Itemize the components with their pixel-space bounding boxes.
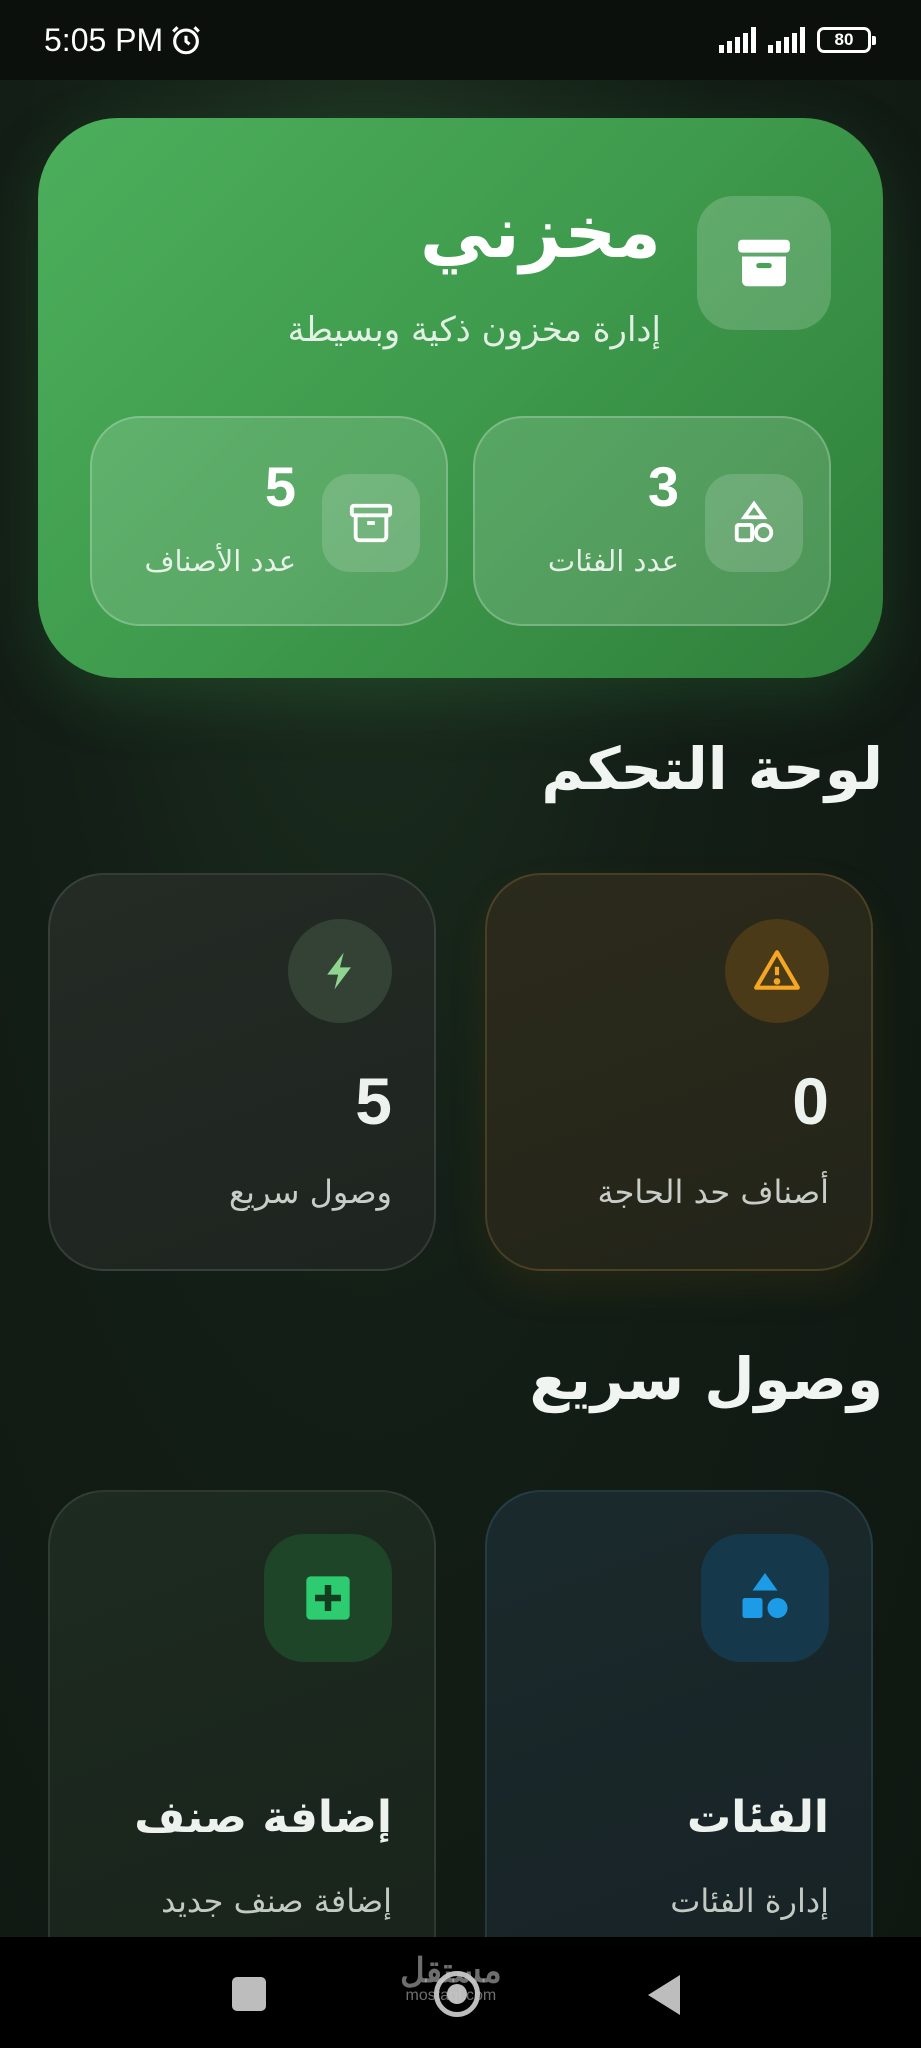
low-stock-card[interactable]: 0 أصناف حد الحاجة [485,873,873,1271]
status-time: 5:05 PM [44,21,164,58]
quick-access-title: وصول سريع [529,1345,884,1413]
categories-card[interactable]: الفئات إدارة الفئات [485,1490,873,1937]
status-right: 80 [719,27,876,53]
add-item-card[interactable]: إضافة صنف إضافة صنف جديد [48,1490,436,1937]
battery-level: 80 [834,30,854,49]
items-count: 5 [264,455,296,518]
hero-logo [697,196,831,330]
archive-icon [738,239,790,287]
back-button[interactable] [648,1975,680,2015]
low-stock-count: 0 [792,1064,829,1138]
signal-icon-2 [768,27,805,53]
categories-count-label: عدد الفئات [547,544,679,578]
signal-icon [719,27,756,53]
watermark-main: مستقل [400,1952,502,1990]
bolt-icon [288,919,392,1023]
archive-icon [322,474,420,572]
stat-card-items: 5 عدد الأصناف [90,416,448,626]
categories-count: 3 [647,455,679,518]
app-title: مخزني [419,190,661,274]
hero-card: مخزني إدارة مخزون ذكية وبسيطة 3 عدد الفئ… [38,118,883,678]
status-bar: 5:05 PM 80 [0,0,921,80]
categories-title: الفئات [687,1792,829,1843]
status-left: 5:05 PM [44,22,203,59]
shapes-icon [705,474,803,572]
shapes-icon [701,1534,829,1662]
add-item-subtitle: إضافة صنف جديد [161,1882,392,1920]
categories-subtitle: إدارة الفئات [670,1882,829,1920]
battery-icon: 80 [817,27,876,53]
recents-button[interactable] [232,1977,266,2011]
quick-access-card[interactable]: 5 وصول سريع [48,873,436,1271]
alarm-icon [172,26,201,55]
items-count-label: عدد الأصناف [144,544,296,578]
dashboard-title: لوحة التحكم [541,735,883,803]
quick-access-label: وصول سريع [229,1173,392,1211]
add-item-title: إضافة صنف [134,1792,392,1843]
app-screen: مخزني إدارة مخزون ذكية وبسيطة 3 عدد الفئ… [0,80,921,1937]
warning-icon [725,919,829,1023]
low-stock-label: أصناف حد الحاجة [597,1173,829,1211]
watermark: مستقل mostaql.com [400,1951,502,2005]
system-nav-bar: مستقل mostaql.com [0,1937,921,2048]
app-subtitle: إدارة مخزون ذكية وبسيطة [287,310,661,350]
quick-access-count: 5 [355,1064,392,1138]
watermark-sub: mostaql.com [405,1987,497,2004]
stat-card-categories: 3 عدد الفئات [473,416,831,626]
add-box-icon [264,1534,392,1662]
